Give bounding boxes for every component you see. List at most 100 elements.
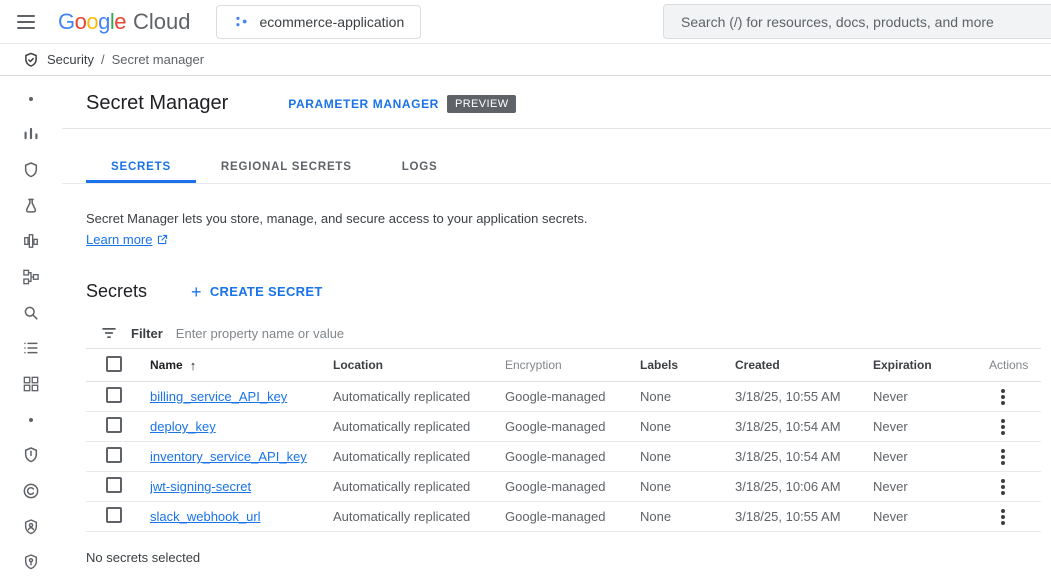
plus-icon: + (191, 283, 202, 301)
more-vert-icon[interactable] (991, 385, 1015, 409)
row-checkbox[interactable] (106, 447, 122, 463)
sidebar-nav-item[interactable] (0, 188, 62, 224)
filter-bar[interactable]: Filter (86, 318, 1041, 349)
sidebar-nav-item[interactable] (0, 402, 62, 438)
secrets-heading: Secrets (86, 281, 147, 302)
column-header-location[interactable]: Location (333, 358, 505, 372)
table-row: deploy_key Automatically replicated Goog… (86, 412, 1041, 442)
preview-badge: PREVIEW (447, 95, 517, 113)
row-checkbox[interactable] (106, 477, 122, 493)
labels-cell: None (640, 449, 735, 464)
grid-icon (21, 374, 41, 394)
labels-cell: None (640, 509, 735, 524)
hierarchy-icon (21, 267, 41, 287)
expiration-cell: Never (873, 509, 985, 524)
created-cell: 3/18/25, 10:55 AM (735, 509, 873, 524)
tab-regional-secrets[interactable]: REGIONAL SECRETS (196, 150, 377, 183)
google-cloud-logo[interactable]: Google Cloud (58, 9, 191, 35)
more-vert-icon[interactable] (991, 415, 1015, 439)
bar-chart-icon (21, 124, 41, 144)
secret-name-link[interactable]: jwt-signing-secret (150, 479, 251, 494)
shield-icon (21, 160, 41, 180)
sidebar-nav-item[interactable] (0, 330, 62, 366)
secret-name-link[interactable]: slack_webhook_url (150, 509, 261, 524)
table-row: inventory_service_API_key Automatically … (86, 442, 1041, 472)
sort-ascending-icon: ↑ (190, 358, 197, 373)
sidebar-nav-item[interactable] (0, 366, 62, 402)
location-cell: Automatically replicated (333, 389, 505, 404)
expiration-cell: Never (873, 449, 985, 464)
tab-logs[interactable]: LOGS (377, 150, 463, 183)
breadcrumb-separator: / (101, 52, 105, 67)
menu-icon[interactable] (0, 0, 52, 44)
column-header-name[interactable]: Name ↑ (150, 358, 333, 373)
encryption-cell: Google-managed (505, 479, 640, 494)
expiration-cell: Never (873, 419, 985, 434)
shield-person-icon (21, 517, 41, 537)
selection-status-text: No secrets selected (62, 532, 1051, 565)
external-link-icon (156, 233, 169, 246)
search-input[interactable] (681, 14, 1034, 30)
row-checkbox[interactable] (106, 417, 122, 433)
tab-secrets[interactable]: SECRETS (86, 150, 196, 183)
secret-name-link[interactable]: deploy_key (150, 419, 216, 434)
more-vert-icon[interactable] (991, 445, 1015, 469)
created-cell: 3/18/25, 10:54 AM (735, 419, 873, 434)
filter-label: Filter (131, 326, 163, 341)
table-row: slack_webhook_url Automatically replicat… (86, 502, 1041, 532)
encryption-cell: Google-managed (505, 449, 640, 464)
create-secret-button[interactable]: + CREATE SECRET (191, 283, 323, 301)
column-header-encryption: Encryption (505, 358, 640, 372)
more-vert-icon[interactable] (991, 505, 1015, 529)
logo-cloud-text: Cloud (133, 9, 190, 35)
secrets-table-body: billing_service_API_key Automatically re… (86, 382, 1041, 532)
sidebar-nav-item[interactable] (0, 295, 62, 331)
row-checkbox[interactable] (106, 387, 122, 403)
column-header-created[interactable]: Created (735, 358, 873, 372)
security-shield-icon (22, 51, 40, 69)
expiration-cell: Never (873, 389, 985, 404)
secrets-table: Filter Name ↑ Location Encryption Labels… (86, 318, 1041, 532)
learn-more-link[interactable]: Learn more (86, 232, 169, 247)
table-header-row: Name ↑ Location Encryption Labels Create… (86, 349, 1041, 382)
sidebar-nav-item[interactable] (0, 259, 62, 295)
project-selector[interactable]: ecommerce-application (216, 5, 422, 39)
sidebar-nav-item[interactable] (0, 81, 62, 117)
column-header-expiration[interactable]: Expiration (873, 358, 985, 372)
table-row: billing_service_API_key Automatically re… (86, 382, 1041, 412)
column-header-labels[interactable]: Labels (640, 358, 735, 372)
sidebar-nav-item[interactable] (0, 544, 62, 580)
sidebar-nav-item[interactable] (0, 437, 62, 473)
logo-letter: G (58, 9, 75, 35)
secret-name-link[interactable]: inventory_service_API_key (150, 449, 307, 464)
column-header-actions: Actions (985, 358, 1041, 372)
parameter-manager-link[interactable]: PARAMETER MANAGER (288, 97, 439, 111)
top-app-bar: Google Cloud ecommerce-application (0, 0, 1051, 44)
filter-input[interactable] (176, 326, 1041, 341)
logo-letter: e (114, 9, 126, 35)
security-sidebar (0, 76, 62, 580)
breadcrumb-page: Secret manager (112, 52, 205, 67)
main-content: Secret Manager PARAMETER MANAGER PREVIEW… (62, 76, 1051, 580)
search-bar[interactable] (663, 4, 1051, 39)
list-icon (21, 338, 41, 358)
shield-key-icon (21, 552, 41, 572)
sidebar-nav-item[interactable] (0, 509, 62, 545)
sidebar-nav-item[interactable] (0, 117, 62, 153)
secret-name-link[interactable]: billing_service_API_key (150, 389, 287, 404)
breadcrumb-security[interactable]: Security (47, 52, 94, 67)
expiration-cell: Never (873, 479, 985, 494)
table-row: jwt-signing-secret Automatically replica… (86, 472, 1041, 502)
sidebar-nav-item[interactable] (0, 473, 62, 509)
sidebar-nav-item[interactable] (0, 152, 62, 188)
row-checkbox[interactable] (106, 507, 122, 523)
more-vert-icon[interactable] (991, 475, 1015, 499)
sidebar-nav-item[interactable] (0, 224, 62, 260)
created-cell: 3/18/25, 10:06 AM (735, 479, 873, 494)
labels-cell: None (640, 389, 735, 404)
select-all-checkbox[interactable] (106, 356, 122, 372)
tab-bar: SECRETS REGIONAL SECRETS LOGS (62, 150, 1051, 184)
location-cell: Automatically replicated (333, 479, 505, 494)
page-title: Secret Manager (86, 92, 228, 115)
dot-icon (21, 89, 41, 109)
